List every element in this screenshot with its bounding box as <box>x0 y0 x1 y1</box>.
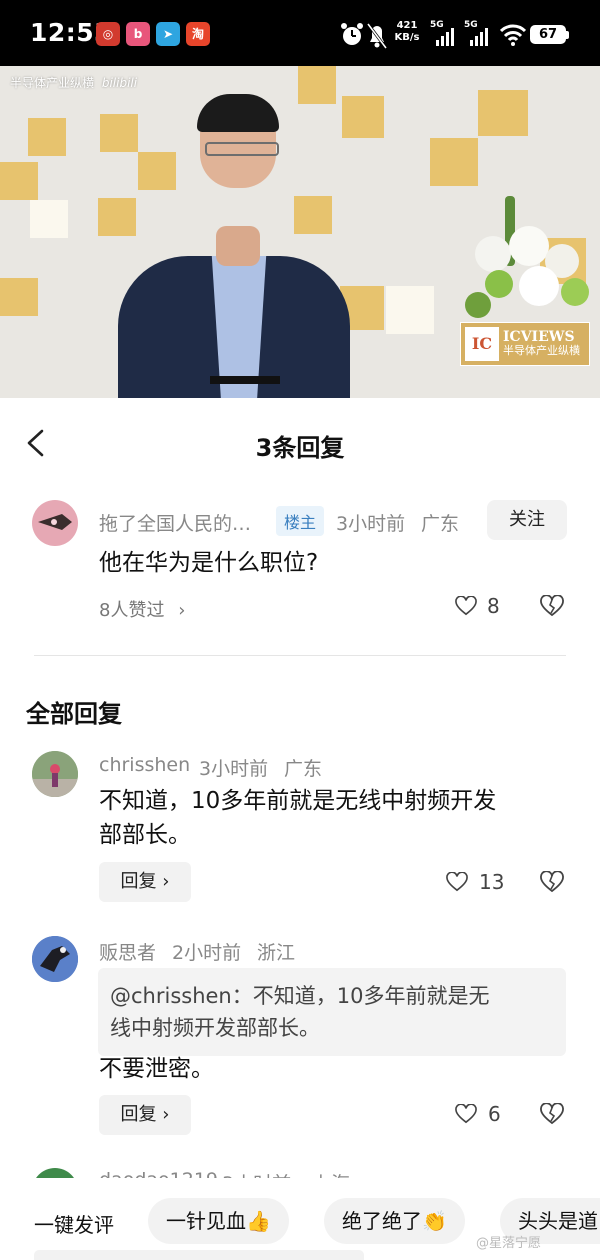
dislike-broken-heart-icon[interactable] <box>540 871 564 893</box>
status-bar: 12:53 ◎ b ➤ 淘 421 KB/s 5G 5G 67 <box>0 0 600 66</box>
comment-username[interactable]: 拖了全国人民的… <box>99 509 251 536</box>
likes-info-text: 8人赞过 <box>99 600 165 621</box>
icviews-sign-line1: ICVIEWS <box>503 329 575 345</box>
wall-tile <box>430 138 478 186</box>
quick-reply-chip[interactable]: 一针见血👍 <box>148 1198 289 1244</box>
reply-text-line1: 不知道，10多年前就是无线中射频开发 <box>99 788 497 814</box>
comment-location: 广东 <box>421 513 460 535</box>
reply-time: 3小时前 <box>199 758 269 780</box>
reply-text: 不要泄密。 <box>99 1056 214 1082</box>
reply-button[interactable]: 回复 › <box>99 1095 191 1135</box>
wall-tile <box>294 196 332 234</box>
video-watermark-brand: bilibili <box>101 76 138 90</box>
quoted-reply: @chrisshen：不知道，10多年前就是无 线中射频开发部部长。 <box>98 968 566 1056</box>
like-count: 13 <box>479 870 505 894</box>
reply-location: 浙江 <box>257 942 296 964</box>
like-heart-icon[interactable] <box>455 596 477 616</box>
wall-tile <box>0 162 38 200</box>
avatar[interactable] <box>32 751 78 797</box>
author-watermark: @星落宁愿 <box>476 1236 542 1251</box>
video-player[interactable]: 半导体产业纵横 bilibili IC ICVIEWS 半导体产业纵横 <box>0 66 600 398</box>
like-count: 8 <box>487 594 500 618</box>
comment-time: 3小时前 <box>336 513 406 535</box>
reply-location: 广东 <box>284 758 323 780</box>
reply-username[interactable]: 贩思者 <box>99 938 156 965</box>
icviews-logo: IC <box>465 327 499 361</box>
wall-tile <box>30 200 68 238</box>
telegram-icon: ➤ <box>156 22 180 46</box>
icviews-logo-text: IC <box>471 334 493 353</box>
wall-tile <box>298 66 336 104</box>
like-heart-icon[interactable] <box>446 872 468 892</box>
like-count: 6 <box>488 1102 501 1126</box>
replies-sheet: 3条回复 拖了全国人民的… 楼主 3小时前 广东 关注 他在华为是什么职位? 8… <box>0 398 600 1260</box>
comment-text: 他在华为是什么职位? <box>99 550 319 576</box>
comment-input[interactable] <box>34 1250 364 1260</box>
person-hair <box>197 94 279 132</box>
reply-username[interactable]: chrisshen <box>99 754 190 776</box>
net-speed-value: 421 <box>396 20 418 31</box>
divider <box>34 655 566 656</box>
like-heart-icon[interactable] <box>455 1104 477 1124</box>
avatar-image <box>32 751 78 797</box>
chevron-right-icon: › <box>162 871 170 892</box>
chevron-right-icon: › <box>178 600 186 621</box>
net-speed: 421 KB/s <box>390 20 424 44</box>
dislike-broken-heart-icon[interactable] <box>540 1103 564 1125</box>
icviews-sign-text: ICVIEWS 半导体产业纵横 <box>503 330 580 358</box>
icviews-sign: IC ICVIEWS 半导体产业纵横 <box>460 322 590 366</box>
bilibili-icon: b <box>126 22 150 46</box>
dislike-broken-heart-icon[interactable] <box>540 595 564 617</box>
follow-button[interactable]: 关注 <box>487 500 567 540</box>
wall-tile <box>28 118 66 156</box>
person-neck <box>216 226 260 266</box>
battery-indicator: 67 <box>530 25 569 44</box>
avatar-image <box>38 514 72 530</box>
quick-reply-label: 一键发评 <box>34 1213 114 1237</box>
section-title-all-replies: 全部回复 <box>26 700 122 728</box>
reply-button-label: 回复 <box>120 1104 157 1125</box>
wall-tile <box>138 152 176 190</box>
wall-tile <box>386 286 434 334</box>
sheet-title: 3条回复 <box>255 434 345 462</box>
signal-2-bars <box>470 28 488 46</box>
alarm-icon <box>341 23 363 45</box>
mute-bell-icon <box>366 23 388 49</box>
wall-tile <box>98 198 136 236</box>
avatar[interactable] <box>32 500 78 546</box>
reply-button-label: 回复 <box>120 871 157 892</box>
wall-tile <box>0 278 38 316</box>
reply-text-line2: 部部长。 <box>99 822 191 848</box>
quick-reply-chip[interactable]: 绝了绝了👏 <box>324 1198 465 1244</box>
net-speed-unit: KB/s <box>394 32 420 43</box>
video-watermark: 半导体产业纵横 bilibili <box>10 74 137 91</box>
video-watermark-text: 半导体产业纵横 <box>10 76 95 90</box>
taobao-icon: 淘 <box>186 22 210 46</box>
wall-tile <box>478 90 528 136</box>
flower-bouquet <box>465 196 595 326</box>
wall-tile <box>100 114 138 152</box>
chevron-right-icon: › <box>162 1104 170 1125</box>
avatar[interactable] <box>32 936 78 982</box>
likes-info-link[interactable]: 8人赞过 › <box>99 596 185 622</box>
reply-button[interactable]: 回复 › <box>99 862 191 902</box>
person-belt <box>210 376 280 384</box>
quoted-reply-line1: @chrisshen：不知道，10多年前就是无 <box>110 984 490 1008</box>
icviews-sign-line2: 半导体产业纵横 <box>503 344 580 357</box>
china-unicom-icon: ◎ <box>96 22 120 46</box>
wifi-icon <box>500 24 526 46</box>
reply-time: 2小时前 <box>172 942 242 964</box>
signal-1-bars <box>436 28 454 46</box>
op-badge: 楼主 <box>276 506 325 536</box>
person-glasses <box>205 142 279 156</box>
avatar-image <box>32 936 78 982</box>
quoted-reply-line2: 线中射频开发部部长。 <box>110 1016 320 1040</box>
wall-tile <box>342 96 384 138</box>
